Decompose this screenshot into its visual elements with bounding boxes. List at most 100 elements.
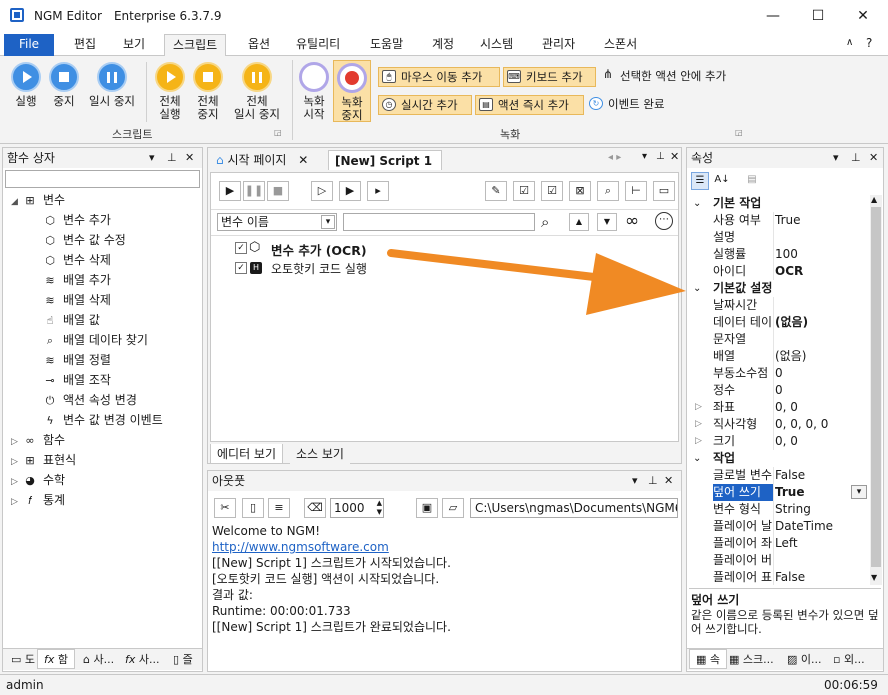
property-row[interactable]: 플레이어 버 — [689, 552, 869, 569]
pause-icon[interactable]: ❚❚ — [243, 181, 265, 201]
property-row[interactable]: 설명 — [689, 229, 869, 246]
dialog-launcher-icon[interactable]: ◲ — [735, 128, 743, 137]
tree-item[interactable]: ⏻ 액션 속성 변경 — [3, 390, 202, 410]
property-value[interactable]: 100 — [775, 246, 798, 263]
minimize-button[interactable]: — — [750, 0, 796, 32]
scroll-down-icon[interactable]: ▼ — [871, 573, 877, 582]
mouse-move-add-button[interactable]: 🖱 마우스 이동 추가 — [378, 67, 500, 87]
stop-all-button[interactable]: 전체 중지 — [188, 62, 228, 121]
tree-item[interactable]: ⌕ 배열 데이타 찾기 — [3, 330, 202, 350]
tab-utility[interactable]: 유틸리티 — [288, 34, 348, 56]
collapse-icon[interactable]: ⌄ — [693, 450, 701, 467]
tab-help[interactable]: 도움말 — [362, 34, 411, 56]
tab-user-2[interactable]: fx 사... — [119, 650, 166, 670]
dropdown-icon[interactable]: ▾ — [149, 148, 155, 168]
tree-item[interactable]: ⬡ 변수 추가 — [3, 210, 202, 230]
tree-item[interactable]: ϟ 변수 값 변경 이벤트 — [3, 410, 202, 430]
property-value[interactable]: False — [775, 569, 805, 585]
tree-icon[interactable]: ⊢ — [625, 181, 647, 201]
close-icon[interactable]: ✕ — [185, 148, 194, 168]
move-down-icon[interactable]: ▼ — [597, 213, 617, 231]
folder-icon[interactable]: ▱ — [442, 498, 464, 518]
tree-item[interactable]: ◢ ⊞ 변수 — [3, 190, 202, 210]
tree-item[interactable]: ☝ 배열 값 — [3, 310, 202, 330]
property-value[interactable]: (없음) — [775, 314, 808, 331]
expand-icon[interactable]: ▷ — [11, 492, 23, 512]
property-row[interactable]: 사용 여부 True — [689, 212, 869, 229]
close-icon[interactable]: ✕ — [298, 153, 308, 167]
move-up-icon[interactable]: ▲ — [569, 213, 589, 231]
tab-view[interactable]: 보기 — [115, 34, 153, 56]
lines-icon[interactable]: ≡ — [268, 498, 290, 518]
property-row[interactable]: ▷ 좌표 0, 0 — [689, 399, 869, 416]
tree-item[interactable]: ▷ 𝑓 통계 — [3, 490, 202, 510]
property-value[interactable]: (없음) — [775, 348, 806, 365]
dropdown-icon[interactable]: ▾ — [833, 148, 839, 168]
output-link[interactable]: http://www.ngmsoftware.com — [212, 539, 677, 555]
dropdown-icon[interactable]: ▾ — [632, 471, 638, 491]
property-value[interactable]: False — [775, 467, 805, 484]
property-value[interactable]: OCR — [775, 263, 803, 280]
log-path-field[interactable]: C:\Users\ngmas\Documents\NGM6\ — [470, 498, 678, 518]
property-pages-icon[interactable]: ▤ — [743, 172, 761, 190]
collapse-icon[interactable]: ⌄ — [693, 280, 701, 297]
tab-user-1[interactable]: ⌂ 사... — [77, 650, 120, 670]
realtime-add-button[interactable]: ◷ 실시간 추가 — [378, 95, 472, 115]
expand-icon[interactable]: ▷ — [11, 472, 23, 492]
property-row[interactable]: 데이터 테이 (없음) — [689, 314, 869, 331]
property-row[interactable]: 아이디 OCR — [689, 263, 869, 280]
check-all-icon[interactable]: ☑ — [513, 181, 535, 201]
property-row[interactable]: 실행률 100 — [689, 246, 869, 263]
chevron-down-icon[interactable]: ▾ — [851, 485, 867, 499]
editor-search-input[interactable] — [343, 213, 535, 231]
tab-images[interactable]: ▨ 이... — [781, 650, 828, 670]
property-category[interactable]: ⌄ 기본값 설정 — [689, 280, 869, 297]
categorized-icon[interactable]: ☰ — [691, 172, 709, 190]
help-icon[interactable]: ? — [866, 36, 872, 50]
event-complete-button[interactable]: ↻ 이벤트 완료 — [586, 95, 686, 115]
instant-action-add-button[interactable]: ▤ 액션 즉시 추가 — [475, 95, 584, 115]
property-value[interactable]: 0, 0 — [775, 399, 798, 416]
tree-item[interactable]: ≋ 배열 추가 — [3, 270, 202, 290]
tree-item[interactable]: ▷ ∞ 함수 — [3, 430, 202, 450]
expand-icon[interactable]: ▷ — [695, 433, 702, 450]
tab-start-page[interactable]: ⌂ 시작 페이지 ✕ — [210, 150, 326, 170]
tab-script-list[interactable]: ▦ 스크... — [723, 650, 780, 670]
pin-icon[interactable]: ⊥ — [851, 148, 861, 168]
more-options-icon[interactable]: ⋯ — [655, 212, 673, 230]
search-icon[interactable]: ⌕ — [541, 213, 549, 231]
property-row[interactable]: 플레이어 표 False — [689, 569, 869, 585]
file-menu-tab[interactable]: File — [4, 34, 54, 56]
tree-item[interactable]: ⊸ 배열 조작 — [3, 370, 202, 390]
sort-alpha-icon[interactable]: A↓ — [713, 172, 731, 190]
file-settings-icon[interactable]: ▯ — [242, 498, 264, 518]
maximize-button[interactable]: ☐ — [795, 0, 841, 32]
function-search-input[interactable] — [5, 170, 200, 188]
tab-editor-view[interactable]: 에디터 보기 — [210, 444, 284, 464]
property-value[interactable]: 0, 0 — [775, 433, 798, 450]
run-selected-icon[interactable]: ▸ — [367, 181, 389, 201]
close-icon[interactable]: ✕ — [664, 471, 673, 491]
pin-icon[interactable]: ⊥ — [648, 471, 658, 491]
property-row[interactable]: 플레이어 날 DateTime — [689, 518, 869, 535]
run-all-button[interactable]: 전체 실행 — [150, 62, 190, 121]
add-in-selected-action-button[interactable]: ⋔ 선택한 액션 안에 추가 — [598, 67, 748, 87]
checkbox[interactable]: ✓ — [235, 262, 247, 274]
tab-system[interactable]: 시스템 — [472, 34, 521, 56]
property-value[interactable]: True — [775, 484, 804, 501]
tab-tool[interactable]: ▭ 도 — [5, 650, 41, 670]
property-row[interactable]: 부동소수점 0 — [689, 365, 869, 382]
tab-function[interactable]: fx 함 — [37, 649, 76, 669]
tab-properties[interactable]: ▦ 속 — [689, 649, 728, 669]
scroll-up-icon[interactable]: ▲ — [871, 195, 877, 204]
property-value[interactable]: 0 — [775, 365, 783, 382]
property-row[interactable]: 덮어 쓰기 True ▾ — [689, 484, 869, 501]
save-icon[interactable]: ▣ — [416, 498, 438, 518]
tree-item[interactable]: ⬡ 변수 값 수정 — [3, 230, 202, 250]
infinity-icon[interactable]: ∞ — [625, 211, 639, 231]
stepper-arrows-icon[interactable]: ▲ ▼ — [377, 499, 382, 517]
property-row[interactable]: 정수 0 — [689, 382, 869, 399]
property-row[interactable]: 글로벌 변수 False — [689, 467, 869, 484]
tab-external[interactable]: ▫ 외... — [827, 650, 871, 670]
tab-script[interactable]: 스크립트 — [164, 34, 227, 56]
